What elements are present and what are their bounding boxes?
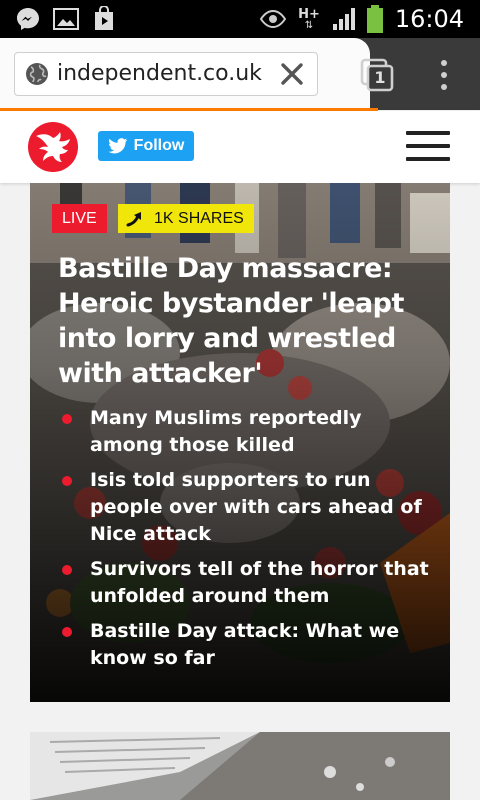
related-story-item[interactable]: Many Muslims reportedly among those kill… bbox=[60, 405, 430, 459]
article-headline[interactable]: Bastille Day massacre: Heroic bystander … bbox=[58, 251, 430, 391]
related-story-text: Survivors tell of the horror that unfold… bbox=[90, 558, 429, 607]
next-article-photo bbox=[30, 732, 450, 800]
play-store-icon bbox=[90, 0, 118, 38]
trending-arrow-icon bbox=[126, 211, 141, 226]
status-bar: H+ ⇅ 16:04 bbox=[0, 0, 480, 38]
bullet-dot-icon bbox=[62, 627, 72, 637]
related-story-text: Isis told supporters to run people over … bbox=[90, 469, 422, 545]
clear-url-icon[interactable] bbox=[279, 61, 305, 87]
related-story-item[interactable]: Bastille Day attack: What we know so far bbox=[60, 618, 430, 672]
eye-icon bbox=[258, 0, 288, 38]
url-text: independent.co.uk bbox=[57, 61, 262, 86]
active-tab: independent.co.uk bbox=[0, 38, 370, 110]
related-story-item[interactable]: Survivors tell of the horror that unfold… bbox=[60, 556, 430, 610]
follow-label: Follow bbox=[133, 137, 185, 154]
messenger-icon bbox=[14, 0, 42, 38]
site-header: Follow bbox=[0, 111, 480, 183]
live-badge: LIVE bbox=[52, 204, 107, 233]
bullet-dot-icon bbox=[62, 414, 72, 424]
globe-icon bbox=[26, 63, 48, 85]
related-story-text: Bastille Day attack: What we know so far bbox=[90, 620, 400, 669]
browser-toolbar: independent.co.uk 1 bbox=[0, 38, 480, 110]
battery-icon bbox=[364, 0, 386, 38]
next-article-card[interactable] bbox=[30, 732, 450, 800]
related-story-text: Many Muslims reportedly among those kill… bbox=[90, 407, 362, 456]
bullet-dot-icon bbox=[62, 476, 72, 486]
shares-label: 1K SHARES bbox=[154, 210, 244, 227]
twitter-follow-button[interactable]: Follow bbox=[98, 131, 194, 161]
signal-icon bbox=[330, 0, 360, 38]
tab-count: 1 bbox=[374, 68, 386, 87]
overflow-menu-icon[interactable] bbox=[432, 58, 456, 92]
related-stories-list: Many Muslims reportedly among those kill… bbox=[60, 405, 430, 680]
bullet-dot-icon bbox=[62, 565, 72, 575]
hamburger-menu-icon[interactable] bbox=[406, 131, 450, 163]
url-bar[interactable]: independent.co.uk bbox=[14, 52, 318, 96]
gallery-icon bbox=[52, 0, 80, 38]
independent-eagle-logo[interactable] bbox=[28, 122, 78, 172]
network-indicator: H+ ⇅ bbox=[298, 6, 320, 31]
clock: 16:04 bbox=[394, 5, 464, 33]
twitter-bird-icon bbox=[108, 138, 127, 154]
shares-badge: 1K SHARES bbox=[118, 204, 254, 233]
related-story-item[interactable]: Isis told supporters to run people over … bbox=[60, 467, 430, 548]
tab-switcher-button[interactable]: 1 bbox=[360, 58, 396, 94]
lead-article-card[interactable]: LIVE 1K SHARES Bastille Day massacre: He… bbox=[30, 183, 450, 702]
